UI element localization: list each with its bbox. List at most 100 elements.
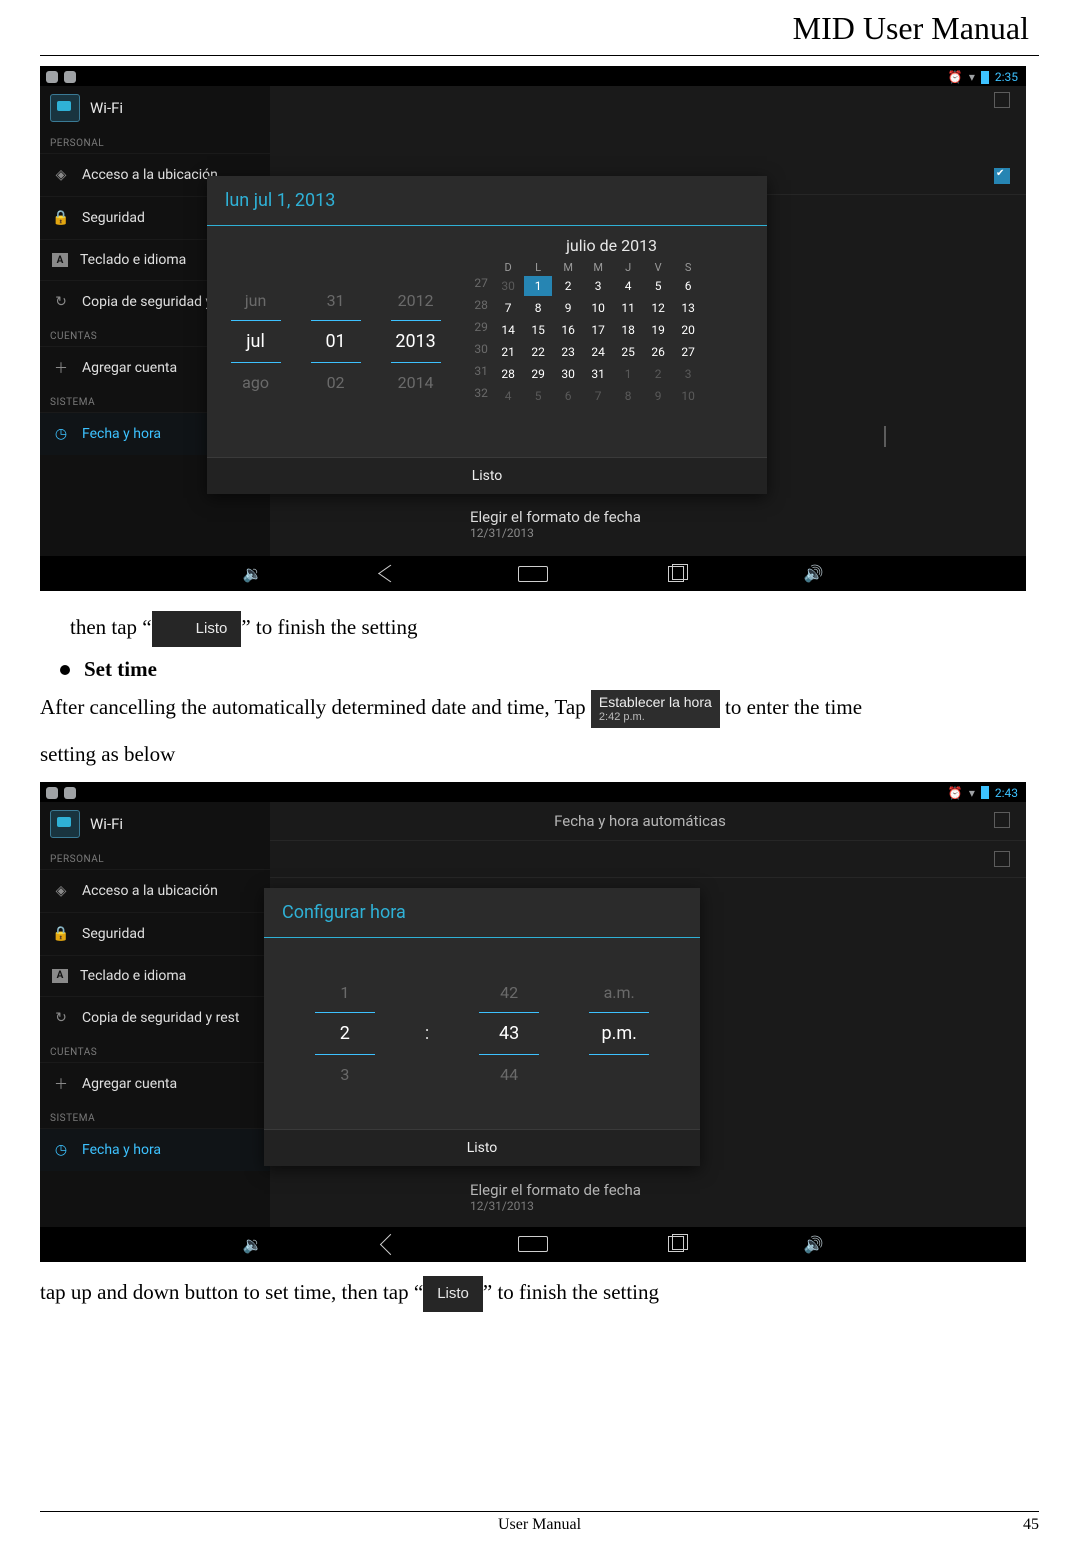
clock-icon: ◷ bbox=[52, 1141, 70, 1159]
cal-day[interactable]: 25 bbox=[614, 342, 642, 362]
minute-spinner[interactable]: 42 43 44 bbox=[479, 973, 539, 1094]
cal-day[interactable]: 23 bbox=[554, 342, 582, 362]
cal-day[interactable]: 4 bbox=[494, 386, 522, 406]
cal-day[interactable]: 21 bbox=[494, 342, 522, 362]
cal-day[interactable]: 8 bbox=[614, 386, 642, 406]
cal-day[interactable]: 9 bbox=[554, 298, 582, 318]
auto-datetime-label: Fecha y hora automáticas bbox=[554, 812, 726, 830]
cal-day[interactable]: 9 bbox=[644, 386, 672, 406]
sidebar-item-backup[interactable]: ↻Copia de seguridad y rest bbox=[40, 996, 270, 1039]
status-bar: ⏰ ▾ 2:35 bbox=[40, 66, 1026, 86]
para-tap-updown: tap up and down button to set time, then… bbox=[40, 1276, 1039, 1312]
checkbox-b[interactable] bbox=[994, 851, 1010, 867]
cal-day[interactable]: 2 bbox=[644, 364, 672, 384]
cal-day[interactable]: 19 bbox=[644, 320, 672, 340]
minute-prev: 42 bbox=[479, 973, 539, 1012]
time-sep: : bbox=[425, 1023, 429, 1044]
status-bar-2: ⏰ ▾ 2:43 bbox=[40, 782, 1026, 802]
sidebar-item-datetime[interactable]: ◷Fecha y hora bbox=[40, 1128, 270, 1171]
location-label: Acceso a la ubicación bbox=[82, 167, 218, 183]
sidebar-item-security[interactable]: 🔒Seguridad bbox=[40, 912, 270, 955]
week-no: 27 bbox=[470, 276, 492, 296]
date-format-label: Elegir el formato de fecha bbox=[470, 508, 641, 526]
hour-current: 2 bbox=[315, 1012, 375, 1055]
date-format-row[interactable]: Elegir el formato de fecha 12/31/2013 bbox=[470, 508, 906, 540]
cal-day[interactable]: 6 bbox=[554, 386, 582, 406]
cal-day[interactable]: 12 bbox=[644, 298, 672, 318]
text-after-cancel-2: to enter the time bbox=[725, 695, 862, 719]
day-prev: 31 bbox=[311, 281, 361, 320]
date-format-row[interactable]: Elegir el formato de fecha 12/31/2013 bbox=[470, 1181, 641, 1213]
nav-back-icon[interactable] bbox=[378, 565, 403, 582]
cal-day[interactable]: 20 bbox=[674, 320, 702, 340]
sidebar-item-language[interactable]: ATeclado e idioma bbox=[40, 955, 270, 996]
nav-recent-icon[interactable] bbox=[668, 566, 684, 582]
checkbox-2[interactable] bbox=[994, 168, 1010, 184]
ampm-spinner[interactable]: a.m. p.m. bbox=[589, 973, 649, 1094]
cal-day[interactable]: 30 bbox=[494, 276, 522, 296]
cal-day[interactable]: 14 bbox=[494, 320, 522, 340]
sidebar-item-location[interactable]: ◈Acceso a la ubicación bbox=[40, 869, 270, 912]
cal-day[interactable]: 26 bbox=[644, 342, 672, 362]
nav-volume-up-icon[interactable]: 🔊 bbox=[804, 564, 824, 583]
cal-day[interactable]: 27 bbox=[674, 342, 702, 362]
cal-day[interactable]: 31 bbox=[584, 364, 612, 384]
calendar-grid: DLMMJVS 2730123456 2878910111213 2914151… bbox=[470, 261, 753, 406]
cal-day-selected[interactable]: 1 bbox=[524, 276, 552, 296]
checkbox-auto[interactable] bbox=[994, 812, 1010, 828]
nav-back-icon[interactable] bbox=[379, 1234, 400, 1255]
hour-spinner[interactable]: 1 2 3 bbox=[315, 973, 375, 1094]
cal-day[interactable]: 29 bbox=[524, 364, 552, 384]
cal-day[interactable]: 22 bbox=[524, 342, 552, 362]
para-then-tap: then tap “Listo” to finish the setting bbox=[40, 611, 1039, 647]
nav-home-icon[interactable] bbox=[518, 566, 548, 582]
nav-home-icon[interactable] bbox=[518, 1236, 548, 1252]
cal-day[interactable]: 3 bbox=[674, 364, 702, 384]
done-button[interactable]: Listo bbox=[207, 457, 767, 494]
cal-day[interactable]: 4 bbox=[614, 276, 642, 296]
cal-day[interactable]: 5 bbox=[644, 276, 672, 296]
cal-day[interactable]: 15 bbox=[524, 320, 552, 340]
cal-day[interactable]: 28 bbox=[494, 364, 522, 384]
nav-volume-up-icon[interactable]: 🔊 bbox=[804, 1235, 824, 1254]
cal-day[interactable]: 1 bbox=[614, 364, 642, 384]
year-spinner[interactable]: 2012 2013 2014 bbox=[391, 281, 441, 402]
ampm-prev: a.m. bbox=[589, 973, 649, 1012]
cal-day[interactable]: 6 bbox=[674, 276, 702, 296]
nav-volume-down-icon[interactable]: 🔉 bbox=[243, 1235, 263, 1254]
cal-day[interactable]: 7 bbox=[494, 298, 522, 318]
settings-sidebar-2: Wi-Fi PERSONAL ◈Acceso a la ubicación 🔒S… bbox=[40, 802, 270, 1227]
wifi-toggle-icon bbox=[50, 94, 80, 122]
battery-icon bbox=[981, 786, 989, 799]
cal-day[interactable]: 30 bbox=[554, 364, 582, 384]
day-spinner[interactable]: 31 01 02 bbox=[311, 281, 361, 402]
cal-day[interactable]: 10 bbox=[584, 298, 612, 318]
security-label: Seguridad bbox=[82, 210, 145, 226]
cal-day[interactable]: 17 bbox=[584, 320, 612, 340]
cal-day[interactable]: 24 bbox=[584, 342, 612, 362]
cal-day[interactable]: 11 bbox=[614, 298, 642, 318]
cal-dh: D bbox=[494, 261, 522, 274]
sidebar-item-wifi[interactable]: Wi-Fi bbox=[40, 802, 270, 846]
cal-day[interactable]: 10 bbox=[674, 386, 702, 406]
listo-inline-button-1: Listo bbox=[152, 611, 242, 647]
auto-datetime-row[interactable]: Fecha y hora automáticas bbox=[270, 802, 1026, 841]
cal-day[interactable]: 5 bbox=[524, 386, 552, 406]
done-button-2[interactable]: Listo bbox=[264, 1129, 700, 1166]
nav-volume-down-icon[interactable]: 🔉 bbox=[243, 564, 263, 583]
month-spinner[interactable]: jun jul ago bbox=[231, 281, 281, 402]
cal-day[interactable]: 8 bbox=[524, 298, 552, 318]
cal-day[interactable]: 18 bbox=[614, 320, 642, 340]
wifi-toggle-icon bbox=[50, 810, 80, 838]
cal-day[interactable]: 7 bbox=[584, 386, 612, 406]
checkbox-1[interactable] bbox=[994, 92, 1010, 108]
sidebar-item-add-account[interactable]: ＋Agregar cuenta bbox=[40, 1062, 270, 1105]
cal-day[interactable]: 13 bbox=[674, 298, 702, 318]
nav-recent-icon[interactable] bbox=[668, 1236, 684, 1252]
checkbox-3[interactable] bbox=[884, 426, 886, 447]
cal-day[interactable]: 2 bbox=[554, 276, 582, 296]
cal-day[interactable]: 16 bbox=[554, 320, 582, 340]
sidebar-item-wifi[interactable]: Wi-Fi bbox=[40, 86, 270, 130]
cal-day[interactable]: 3 bbox=[584, 276, 612, 296]
time-picker-dialog: Configurar hora 1 2 3 : 42 43 44 a.m. p.… bbox=[264, 888, 700, 1166]
